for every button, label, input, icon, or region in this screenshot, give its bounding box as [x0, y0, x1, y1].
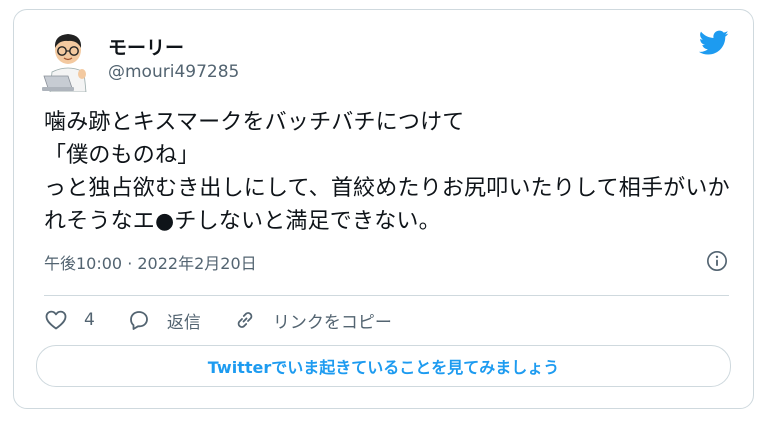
tweet-card: モーリー @mouri497285 噛み跡とキスマークをバッチバチにつけて 「僕… — [13, 9, 754, 409]
copy-link-label: リンクをコピー — [272, 312, 392, 333]
tweet-actions: 4 返信 リンクをコピー — [44, 306, 424, 334]
copy-link-button[interactable]: リンクをコピー — [233, 308, 392, 333]
avatar-illustration — [42, 34, 87, 93]
see-whats-happening-button[interactable]: Twitterでいま起きていることを見てみましょう — [36, 345, 731, 387]
author-handle[interactable]: @mouri497285 — [108, 62, 239, 82]
link-icon — [237, 312, 253, 328]
reply-button[interactable]: 返信 — [127, 308, 201, 333]
reply-label: 返信 — [166, 312, 201, 333]
like-count: 4 — [84, 310, 95, 330]
tweet-timestamp[interactable]: 午後10:00 · 2022年2月20日 — [44, 250, 257, 274]
avatar[interactable] — [42, 28, 94, 93]
like-button[interactable]: 4 — [44, 308, 95, 332]
heart-icon — [45, 310, 67, 330]
divider — [44, 295, 729, 296]
tweet-text: 噛み跡とキスマークをバッチバチにつけて 「僕のものね」 っと独占欲むき出しにして… — [44, 110, 730, 234]
twitter-bird-icon[interactable] — [698, 30, 729, 56]
reply-icon — [129, 311, 148, 330]
author-display-name[interactable]: モーリー — [108, 33, 184, 60]
info-icon[interactable] — [706, 250, 728, 272]
